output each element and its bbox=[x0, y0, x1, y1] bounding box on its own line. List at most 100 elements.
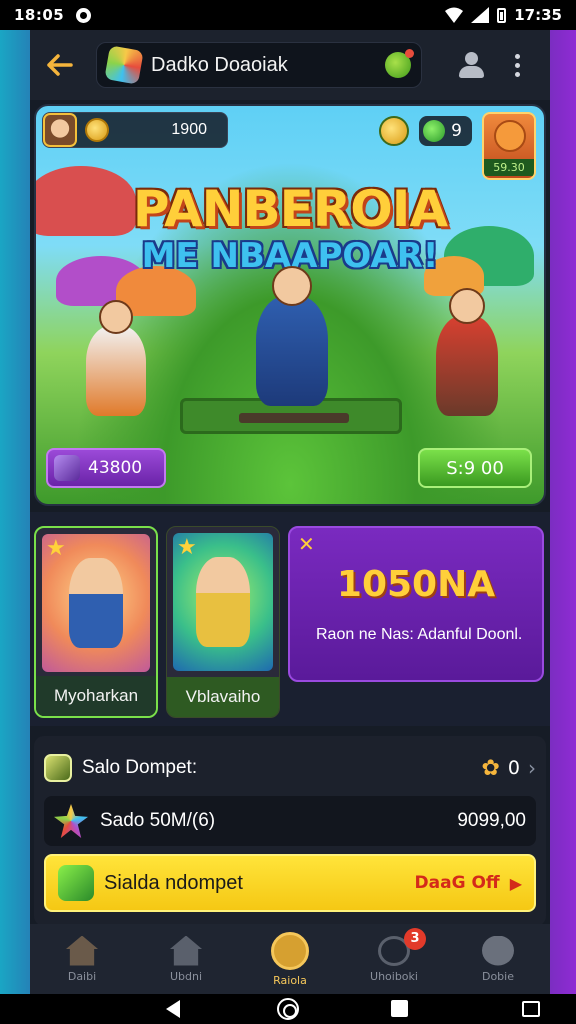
chest-icon bbox=[54, 455, 80, 481]
character-illustration bbox=[196, 557, 250, 647]
close-icon[interactable]: ✕ bbox=[298, 532, 315, 556]
promo-description: Raon ne Nas: Adanful Doonl. bbox=[316, 626, 523, 643]
card-label: Myoharkan bbox=[36, 676, 156, 716]
hero-title: PANBEROIA ME NBAAPOAR! bbox=[36, 180, 544, 276]
cards-panel: ★ Myoharkan ★ Vblavaiho ✕ 1050NA Raon ne… bbox=[30, 512, 550, 726]
balance-label: Sado 50M/(6) bbox=[100, 810, 216, 831]
nav-label: Dobie bbox=[481, 969, 514, 983]
signal-icon bbox=[471, 7, 490, 23]
shop-tile-label: 59.30 bbox=[484, 159, 534, 176]
wallet-title: Salo Dompet: bbox=[82, 757, 198, 778]
back-triangle-icon[interactable] bbox=[166, 1000, 180, 1018]
shield-badge-icon[interactable] bbox=[385, 49, 414, 78]
character-head bbox=[449, 288, 485, 324]
bottom-nav: Daibi Ubdni Raiola 3 Uhoiboki Dobie bbox=[30, 924, 550, 994]
status-time: 18:05 bbox=[14, 6, 65, 24]
battery-icon bbox=[497, 7, 507, 23]
nav-item-center[interactable]: Raiola bbox=[238, 931, 342, 987]
character-head bbox=[272, 266, 312, 306]
dot-icon bbox=[514, 71, 520, 77]
wallet-counter: ✿ 0 › bbox=[481, 756, 536, 781]
wallet-header[interactable]: Salo Dompet: ✿ 0 › bbox=[44, 752, 536, 784]
nav-label: Daibi bbox=[67, 969, 97, 983]
promo-headline: 1050NA bbox=[336, 564, 496, 605]
coin-balance: 1900 bbox=[171, 121, 207, 138]
hero-right-button-label: S:9 00 bbox=[446, 457, 504, 479]
character-illustration bbox=[86, 300, 146, 416]
mascot-icon bbox=[494, 120, 526, 152]
nav-item-village[interactable]: Ubdni bbox=[134, 935, 238, 983]
nav-item-home[interactable]: Daibi bbox=[30, 935, 134, 983]
character-card[interactable]: ★ Myoharkan bbox=[34, 526, 158, 718]
user-icon-body bbox=[459, 66, 484, 78]
status-icons: 17:35 bbox=[445, 6, 562, 24]
wallet-icon bbox=[44, 754, 72, 782]
profile-button[interactable] bbox=[456, 50, 486, 80]
wallet-action-label: Sialda ndompet bbox=[104, 871, 243, 894]
shop-tile[interactable]: 59.30 bbox=[482, 112, 536, 180]
player-avatar[interactable] bbox=[43, 113, 77, 147]
wallet-panel: Salo Dompet: ✿ 0 › Sado 50M/(6) 9099,00 … bbox=[34, 736, 546, 926]
play-arrow-icon: ▶ bbox=[509, 873, 522, 893]
character-card[interactable]: ★ Vblavaiho bbox=[166, 526, 280, 718]
hero-right-button[interactable]: S:9 00 bbox=[418, 448, 532, 488]
keyboard-icon[interactable] bbox=[522, 1001, 540, 1017]
home-circle-icon[interactable] bbox=[277, 998, 299, 1020]
star-icon: ★ bbox=[177, 535, 197, 560]
gem-icon bbox=[423, 120, 446, 142]
card-label: Vblavaiho bbox=[167, 677, 279, 717]
gem-counter[interactable]: 9 bbox=[419, 116, 472, 146]
chevron-right-icon: › bbox=[528, 756, 536, 780]
notification-badge: 3 bbox=[404, 927, 426, 950]
wifi-icon bbox=[445, 7, 464, 23]
nav-item-messages[interactable]: 3 Uhoiboki bbox=[342, 927, 446, 983]
recents-square-icon[interactable] bbox=[391, 1000, 408, 1017]
star-icon: ★ bbox=[46, 536, 66, 561]
wallet-count: 0 bbox=[507, 757, 520, 779]
game-title-pill[interactable]: Dadko Doaoiak bbox=[96, 42, 422, 88]
balance-value: 9099,00 bbox=[457, 810, 526, 831]
wallet-action-tag: DaaG Off bbox=[414, 873, 500, 893]
person-icon bbox=[482, 935, 514, 966]
character-illustration bbox=[436, 288, 498, 416]
more-menu-button[interactable] bbox=[512, 53, 522, 77]
home-icon bbox=[66, 935, 98, 966]
star-burst-icon bbox=[54, 804, 88, 838]
gem-count: 9 bbox=[451, 121, 462, 141]
coin-icon bbox=[85, 118, 109, 142]
balance-row[interactable]: Sado 50M/(6) 9099,00 bbox=[44, 796, 536, 846]
app-window: Dadko Doaoiak 1900 9 59.30 PANBEROIA ME … bbox=[30, 30, 550, 994]
shield-coin-icon[interactable] bbox=[379, 116, 410, 146]
character-illustration bbox=[69, 558, 123, 648]
wallet-action-icon bbox=[58, 865, 94, 901]
hero-left-button[interactable]: 43800 bbox=[46, 448, 166, 488]
promo-card[interactable]: ✕ 1050NA Raon ne Nas: Adanful Doonl. bbox=[288, 526, 544, 682]
character-illustration bbox=[256, 266, 328, 406]
hero-title-line1: PANBEROIA bbox=[132, 180, 448, 238]
system-nav-bar bbox=[0, 994, 576, 1024]
dot-icon bbox=[514, 53, 520, 59]
arrow-left-icon bbox=[47, 54, 73, 76]
nav-label: Raiola bbox=[273, 973, 307, 987]
status-time-right: 17:35 bbox=[514, 6, 562, 24]
top-bar: Dadko Doaoiak bbox=[30, 30, 550, 100]
badge-center-icon bbox=[271, 931, 309, 970]
nav-label: Ubdni bbox=[169, 969, 203, 983]
nav-item-profile[interactable]: Dobie bbox=[446, 935, 550, 983]
hero-left-button-label: 43800 bbox=[88, 458, 143, 478]
clover-icon: ✿ bbox=[481, 755, 500, 781]
back-button[interactable] bbox=[44, 50, 74, 80]
player-coin-bar[interactable]: 1900 bbox=[42, 112, 228, 148]
character-head bbox=[99, 300, 133, 334]
nav-label: Uhoiboki bbox=[370, 969, 418, 983]
user-icon-head bbox=[465, 52, 478, 65]
notification-icon bbox=[76, 7, 92, 23]
hero-banner[interactable]: 1900 9 59.30 PANBEROIA ME NBAAPOAR! 4380… bbox=[34, 104, 546, 506]
game-logo-icon bbox=[104, 45, 144, 85]
game-title: Dadko Doaoiak bbox=[151, 53, 288, 76]
house-icon bbox=[170, 935, 202, 966]
dot-icon bbox=[514, 62, 520, 68]
currency-indicators: 9 bbox=[379, 116, 472, 146]
wallet-action-button[interactable]: Sialda ndompet DaaG Off ▶ bbox=[44, 854, 536, 912]
status-bar: 18:05 17:35 bbox=[0, 0, 576, 30]
